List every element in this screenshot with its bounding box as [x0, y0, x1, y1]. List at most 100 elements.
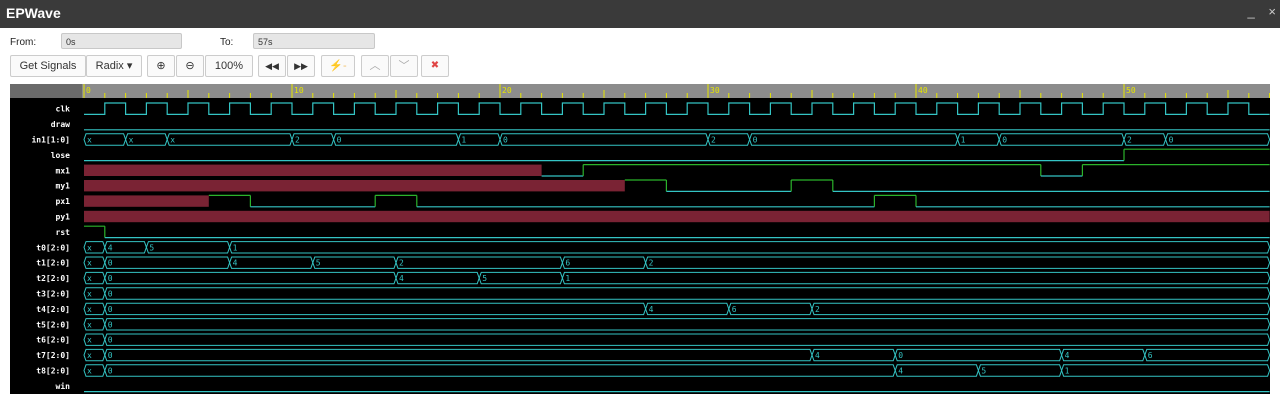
bus-value: x: [87, 320, 92, 329]
bus-value: 4: [399, 274, 404, 283]
from-label: From:: [10, 37, 37, 48]
bus-value: 6: [732, 305, 737, 314]
bus-segment: [104, 348, 813, 362]
close-button[interactable]: ×: [1268, 4, 1276, 19]
bus-value: x: [87, 136, 92, 145]
signal-name-t520: t5[2:0]: [36, 320, 70, 329]
signal-name-t420: t4[2:0]: [36, 305, 70, 314]
bus-value: x: [87, 274, 92, 283]
bus-value: 6: [565, 259, 570, 268]
bus-value: 5: [482, 274, 487, 283]
bus-segment: [229, 256, 314, 269]
get-signals-button[interactable]: Get Signals: [10, 55, 86, 77]
bus-value: 0: [108, 274, 113, 283]
bus-value: 6: [1148, 351, 1153, 360]
bus-segment: [1061, 364, 1270, 377]
bus-value: 0: [337, 136, 342, 145]
edge-search-icon[interactable]: ⚡-: [321, 55, 355, 77]
ruler-tick-label: 30: [710, 86, 720, 95]
bus-value: 4: [649, 305, 654, 314]
bus-value: 0: [1169, 136, 1174, 145]
bus-segment: [1144, 348, 1270, 362]
unknown-value-span: [84, 164, 542, 176]
bus-value: 2: [649, 259, 654, 268]
move-up-icon[interactable]: ︿: [361, 55, 389, 77]
bus-value: 1: [961, 136, 966, 145]
signal-name-win: win: [56, 381, 71, 391]
ruler-tick-label: 40: [918, 86, 928, 95]
signal-name-in110: in1[1:0]: [31, 135, 70, 145]
bus-segment: [811, 348, 896, 362]
bus-value: 1: [1065, 367, 1070, 376]
app-title: EPWave: [6, 5, 61, 21]
bus-value: x: [129, 136, 134, 145]
bus-value: 0: [108, 351, 113, 360]
bus-value: 0: [108, 367, 113, 376]
window-controls: _ ×: [1238, 4, 1276, 19]
bus-value: 5: [149, 243, 154, 252]
bus-segment: [395, 256, 563, 269]
bus-value: 5: [316, 259, 321, 268]
bus-segment: [104, 256, 231, 269]
zoom-in-icon[interactable]: ⊕: [147, 55, 175, 77]
bus-value: 2: [399, 259, 404, 268]
signal-name-t020: t0[2:0]: [36, 243, 70, 252]
minimize-button[interactable]: _: [1248, 4, 1255, 19]
bus-value: 0: [108, 290, 113, 299]
zoom-level-button[interactable]: 100%: [205, 55, 253, 77]
bus-segment: [104, 287, 1270, 300]
signal-name-t720: t7[2:0]: [36, 351, 70, 360]
remove-signal-icon[interactable]: ✖: [421, 55, 449, 77]
radix-dropdown[interactable]: Radix ▾: [86, 55, 142, 77]
ruler-tick-label: 20: [502, 86, 512, 95]
signal-name-t620: t6[2:0]: [36, 336, 70, 345]
bus-value: 1: [233, 243, 238, 252]
bus-segment: [811, 302, 1270, 316]
to-label: To:: [220, 37, 234, 48]
bus-segment: [1165, 133, 1270, 146]
waveform-canvas[interactable]: 0 10 20 30 40 50clkdrawin1[1:0] x x x 2 0 1 0 2 0 1 0 2 0l…: [10, 84, 1270, 394]
bus-segment: [478, 271, 563, 285]
fast-forward-icon[interactable]: ▶▶: [287, 55, 315, 77]
rewind-icon[interactable]: ◀◀: [258, 55, 286, 77]
bus-segment: [561, 256, 647, 269]
to-field[interactable]: 57s: [253, 33, 375, 49]
signal-name-t120: t1[2:0]: [36, 259, 70, 268]
bus-value: 4: [233, 259, 238, 268]
bus-value: 0: [108, 305, 113, 314]
signal-name-draw: draw: [51, 120, 70, 129]
waveform-panel[interactable]: 0 10 20 30 40 50 clk draw in1[1:0] x x x 2 0 1 0 2 0 1 0 2 0 l…: [10, 84, 1270, 394]
clk-wave: [84, 102, 1270, 115]
zoom-out-icon[interactable]: ⊖: [176, 55, 204, 77]
bus-segment: [166, 133, 293, 146]
bus-value: 2: [815, 305, 820, 314]
signal-name-px1: px1: [56, 197, 71, 206]
bus-value: x: [87, 367, 92, 376]
time-ruler: [10, 84, 1270, 98]
unknown-value-span: [84, 210, 1270, 223]
unknown-value-span: [84, 195, 209, 207]
bus-value: 0: [1002, 136, 1007, 145]
move-down-icon[interactable]: ﹀: [390, 55, 418, 77]
bus-value: 1: [461, 136, 466, 145]
bus-value: 0: [753, 136, 758, 145]
unknown-value-span: [84, 180, 625, 192]
bus-segment: [145, 241, 231, 254]
bus-value: 2: [1127, 136, 1132, 145]
bus-value: 4: [898, 367, 903, 376]
bus-value: x: [87, 243, 92, 252]
bus-segment: [333, 133, 459, 146]
bus-value: x: [87, 336, 92, 345]
bus-segment: [894, 348, 1063, 362]
bus-segment: [894, 364, 979, 377]
title-bar: EPWave _ ×: [0, 0, 1280, 28]
bus-segment: [395, 271, 480, 285]
from-field[interactable]: 0s: [61, 33, 182, 49]
bus-value: 5: [981, 367, 986, 376]
bus-segment: [104, 364, 896, 377]
bus-value: x: [87, 351, 92, 360]
bus-segment: [645, 302, 730, 316]
bus-value: x: [170, 136, 175, 145]
bus-segment: [1061, 348, 1146, 362]
signal-name-t320: t3[2:0]: [36, 290, 70, 299]
